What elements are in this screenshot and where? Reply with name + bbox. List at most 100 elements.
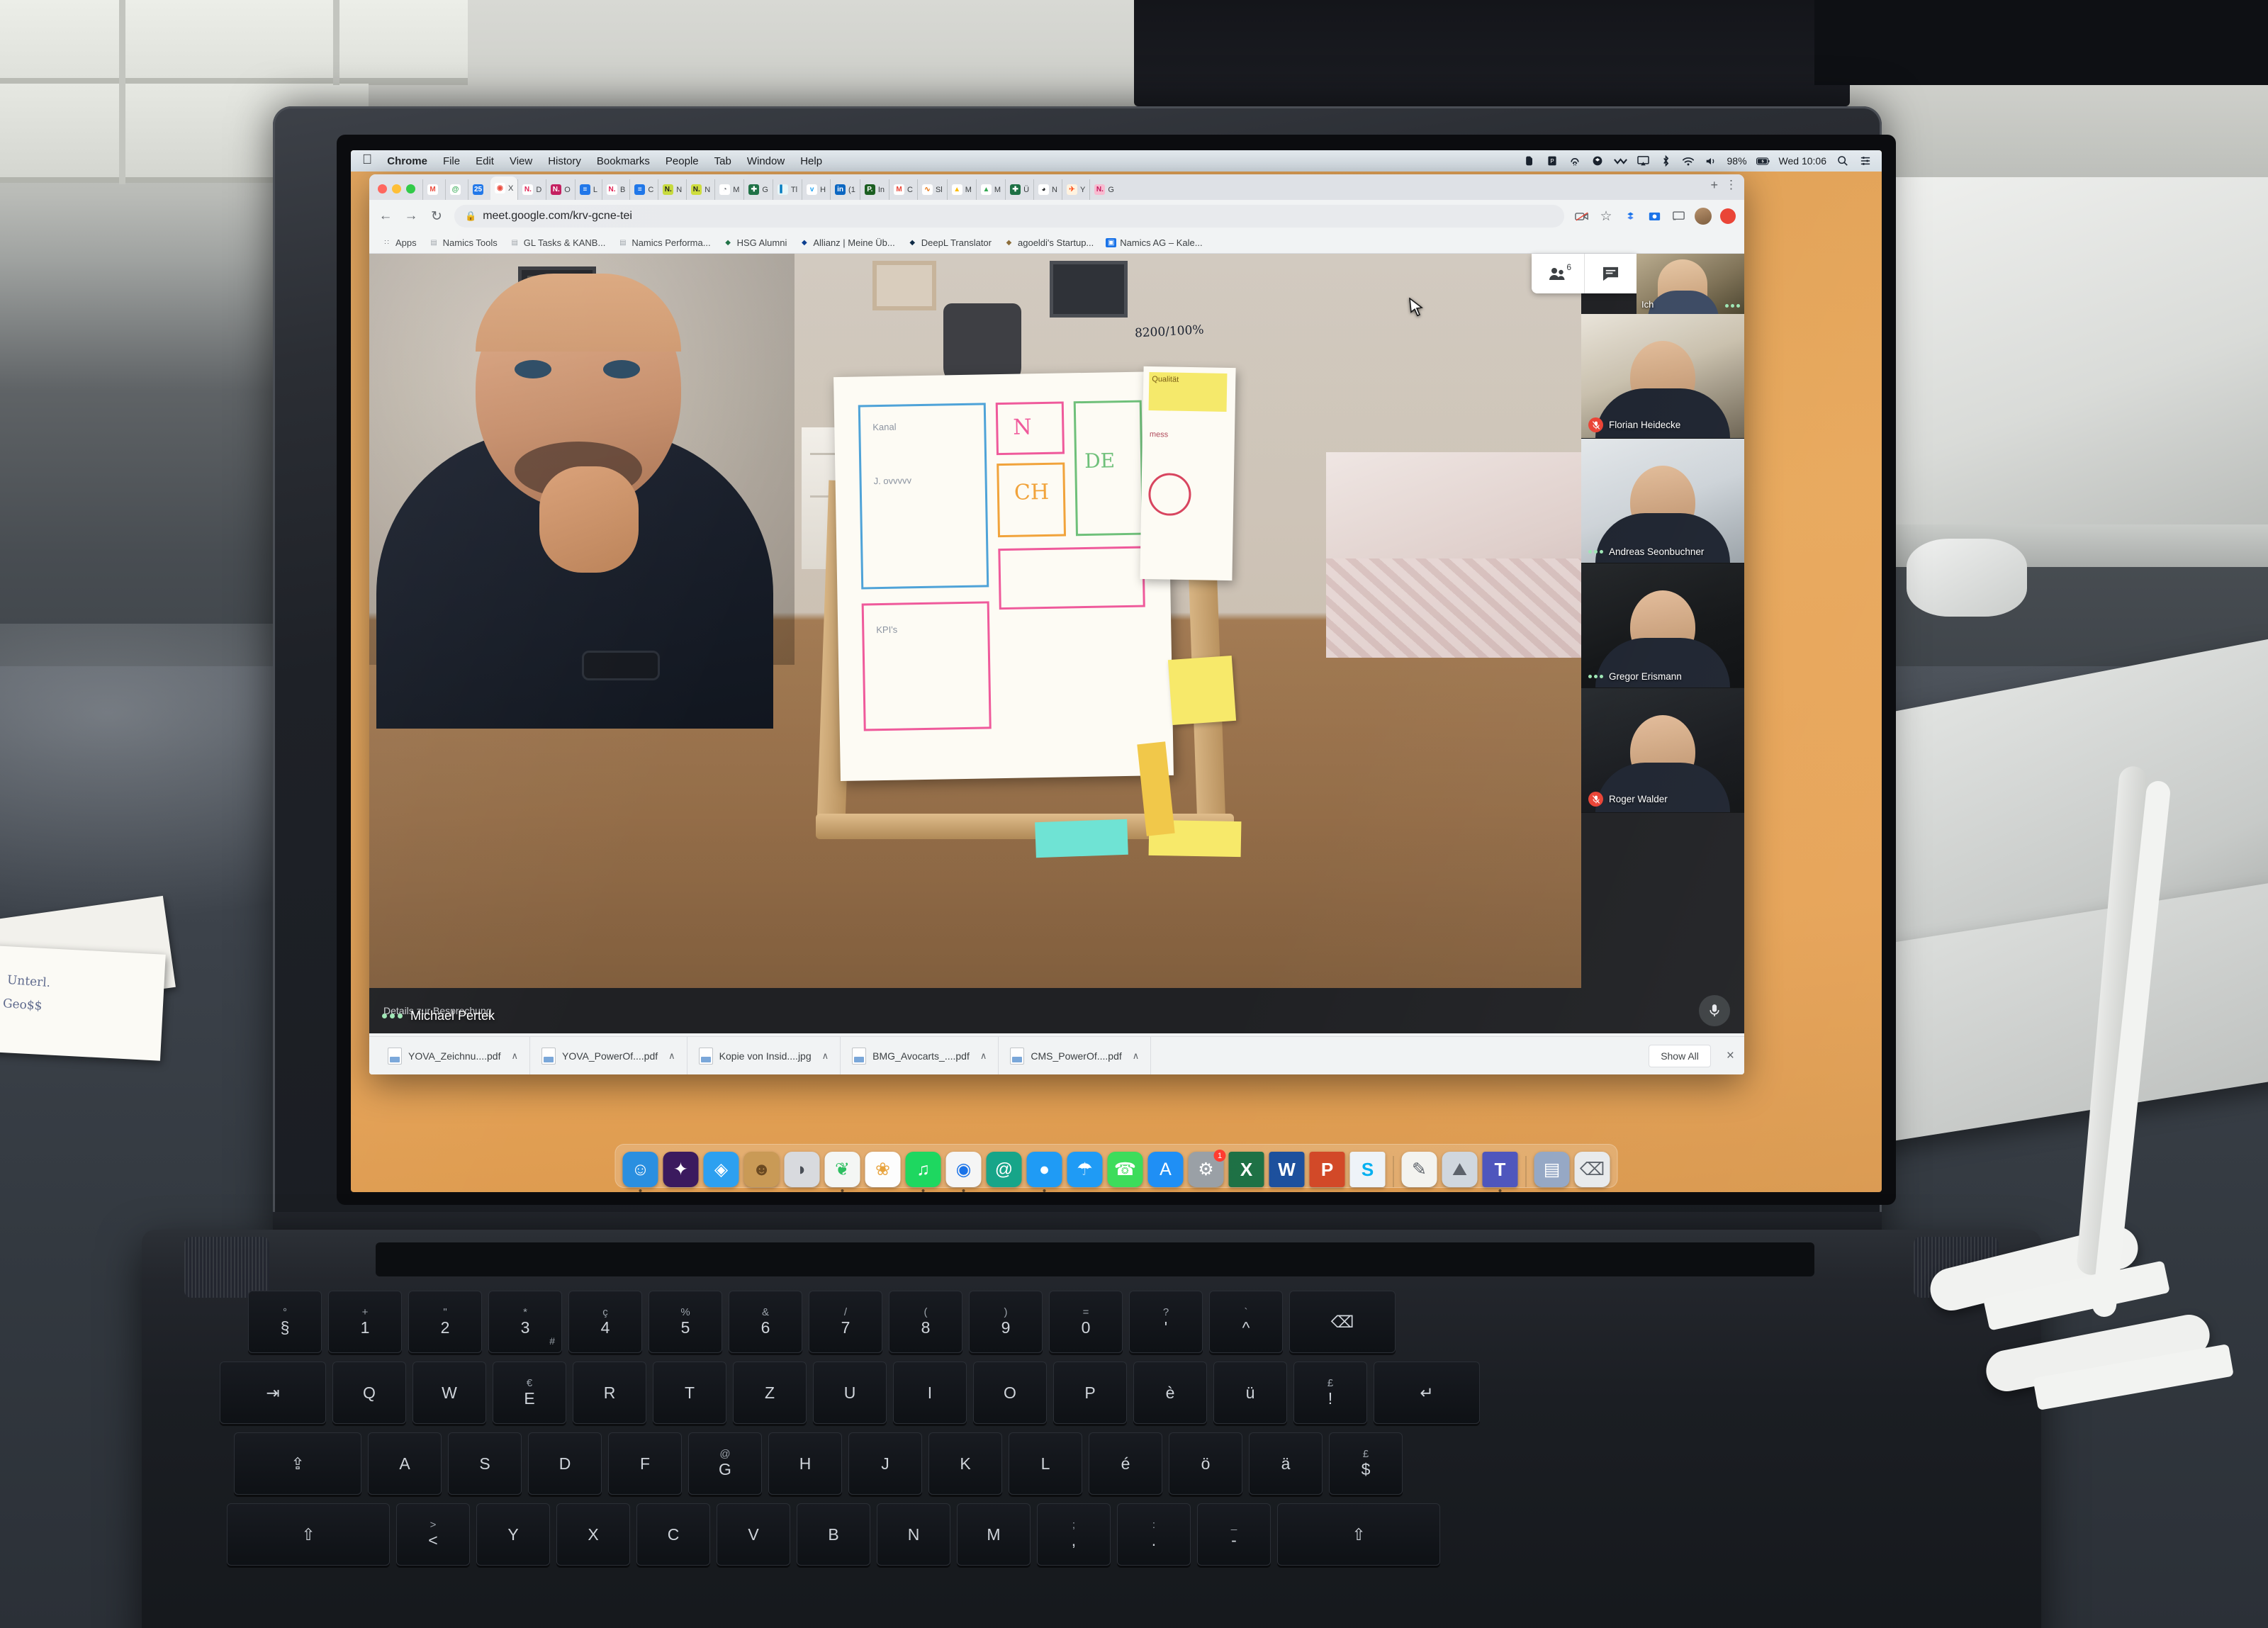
keyboard-key[interactable]: R — [573, 1362, 646, 1424]
browser-tab[interactable]: ≡ C — [629, 179, 658, 200]
keyboard-key[interactable]: £! — [1293, 1362, 1367, 1424]
keyboard-key[interactable]: ↵ — [1374, 1362, 1480, 1424]
external-mouse[interactable] — [1907, 539, 2027, 617]
trash-icon[interactable]: ⌫ — [1574, 1152, 1610, 1187]
keyboard-key[interactable]: Q — [332, 1362, 406, 1424]
safari-icon[interactable]: ◈ — [703, 1152, 739, 1187]
keyboard-key[interactable]: _ - — [1197, 1503, 1271, 1566]
bookmark-item[interactable]: ∷ Apps — [376, 236, 422, 249]
photos-icon[interactable]: ❀ — [865, 1152, 901, 1187]
menu-view[interactable]: View — [502, 155, 540, 167]
menu-tab[interactable]: Tab — [707, 155, 739, 167]
search-icon[interactable] — [1836, 155, 1849, 168]
bartender-icon[interactable]: ☂ — [1067, 1152, 1103, 1187]
main-video-stage[interactable]: N CH DE Kanal J. ovvvvv KPI's Qualität m… — [369, 254, 1581, 1033]
keyboard-key[interactable]: N — [877, 1503, 950, 1566]
people-icon[interactable]: 6 — [1532, 254, 1584, 293]
browser-tab[interactable]: MC — [889, 179, 917, 200]
keyboard-key[interactable]: ç4 — [568, 1291, 642, 1353]
keyboard-key[interactable]: J — [848, 1432, 922, 1495]
messages-icon[interactable]: ● — [1026, 1152, 1062, 1192]
chrome-toolbar[interactable]: ← → ↻ 🔒 meet.google.com/krv-gcne-tei ☆ — [369, 200, 1744, 232]
maps-icon[interactable]: @ — [986, 1152, 1022, 1187]
browser-tab[interactable]: N. N — [686, 179, 714, 200]
close-shelf-button[interactable]: × — [1727, 1048, 1734, 1064]
keyboard-key[interactable]: A — [368, 1432, 442, 1495]
keyboard-key[interactable]: ) 9 — [969, 1291, 1043, 1353]
keyboard-row-asdf[interactable]: ⇪ A S D F @ G H J K Lé ö ä £ $ — [234, 1432, 1403, 1495]
bookmark-item[interactable]: ▤ Namics Tools — [424, 236, 503, 249]
keyboard-key[interactable]: ⇧ — [227, 1503, 390, 1566]
bookmark-item[interactable]: ◆ DeepL Translator — [902, 236, 997, 249]
airplay-icon[interactable] — [1637, 155, 1650, 168]
spotify-icon[interactable]: ♫ — [905, 1152, 941, 1192]
self-view-tile[interactable]: Ich — [1637, 254, 1744, 314]
keyboard-key[interactable]: M — [957, 1503, 1031, 1566]
launchpad-icon[interactable]: ◗ — [784, 1152, 820, 1187]
browser-tab[interactable]: ✚ Ü — [1005, 179, 1033, 200]
browser-tab[interactable]: ▍ Tl — [772, 179, 802, 200]
keyboard-key[interactable]: ü — [1213, 1362, 1287, 1424]
participant-tile[interactable]: Andreas Seonbuchner — [1581, 439, 1744, 563]
keyboard-key[interactable]: O — [973, 1362, 1047, 1424]
keyboard-key[interactable]: B — [797, 1503, 870, 1566]
notes-icon[interactable]: ✎ — [1401, 1152, 1437, 1187]
keyboard-key[interactable]: W — [412, 1362, 486, 1424]
hazel-icon[interactable]: H — [1568, 155, 1582, 168]
bookmarks-bar[interactable]: ∷ Apps ▤ Namics Tools ▤ GL Tasks & KANB... ▤ Na… — [369, 232, 1744, 254]
keyboard-key[interactable]: :. — [1117, 1503, 1191, 1566]
keyboard-key[interactable]: P — [1053, 1362, 1127, 1424]
chat-icon[interactable] — [1584, 254, 1637, 293]
wifi-icon[interactable] — [1682, 155, 1695, 168]
browser-tab[interactable]: N. N — [658, 179, 686, 200]
forward-arrow-icon[interactable]: → — [403, 208, 419, 224]
powerpoint-icon[interactable]: P — [1309, 1152, 1345, 1187]
apple-icon[interactable]:  — [357, 152, 379, 170]
keyboard-key[interactable]: é — [1089, 1432, 1162, 1495]
keyboard-key[interactable]: * 3 # — [488, 1291, 562, 1353]
address-bar[interactable]: 🔒 meet.google.com/krv-gcne-tei — [454, 205, 1564, 228]
keyboard-key[interactable]: /7 — [809, 1291, 882, 1353]
participant-tiles[interactable]: Florian Heidecke Andreas Seonbuchner Grego… — [1581, 314, 1744, 813]
bookmark-item[interactable]: ◆ HSG Alumni — [718, 236, 792, 249]
siri-icon[interactable]: ✦ — [663, 1152, 699, 1187]
settings-icon[interactable]: ⚙ 1 — [1188, 1150, 1226, 1187]
keyboard-key[interactable]: £ $ — [1329, 1432, 1403, 1495]
browser-tab[interactable]: @ — [445, 179, 468, 200]
control-center-icon[interactable] — [1858, 155, 1872, 168]
contacts-icon[interactable]: ☻ — [743, 1152, 780, 1187]
mic-icon[interactable] — [1699, 995, 1730, 1026]
keyboard-row-qwertz[interactable]: ⇥ Q W € E R T Z U I O Pè ü £! ↵ — [220, 1362, 1480, 1424]
meet-control-bar[interactable]: Details zur Besprechung — [369, 988, 1744, 1033]
keyboard-key[interactable]: L — [1009, 1432, 1082, 1495]
profile-avatar[interactable] — [1695, 208, 1712, 225]
chevron-up-icon[interactable]: ∧ — [511, 1050, 518, 1062]
star-icon[interactable]: ☆ — [1598, 208, 1614, 224]
keyboard-key[interactable]: X — [556, 1503, 630, 1566]
downloads-stack-icon[interactable]: ▤ — [1534, 1152, 1570, 1187]
browser-tab[interactable]: N. O — [546, 179, 575, 200]
keyboard-key[interactable]: Z — [733, 1362, 807, 1424]
participant-tile[interactable]: Gregor Erismann — [1581, 563, 1744, 688]
dock-items[interactable]: ☺ ✦ ◈ ☻ ◗ ❦ ❀ ♫ ◉ @ ● ☂ ☎ A ⚙ 1 X W P S ✎ ⛰ T ▤ ⌫ — [622, 1150, 1610, 1192]
keyboard-key[interactable]: I — [893, 1362, 967, 1424]
keyboard-key[interactable]: & 6 — [729, 1291, 802, 1353]
keyboard-row-yxcv[interactable]: ⇧ > < Y X C V B N M;,:. _ - ⇧ — [227, 1503, 1440, 1566]
evernote-icon[interactable] — [1523, 155, 1537, 168]
chevron-up-icon[interactable]: ∧ — [1133, 1050, 1140, 1062]
menu-bookmarks[interactable]: Bookmarks — [589, 155, 658, 167]
reload-icon[interactable]: ↻ — [429, 208, 444, 224]
menu-bar-status-area[interactable]: P H 98% Wed 10:06 — [1523, 155, 1877, 168]
facetime-icon[interactable]: ☎ — [1107, 1152, 1143, 1187]
download-item[interactable]: CMS_PowerOf....pdf ∧ — [999, 1037, 1152, 1074]
keyboard-row-numbers[interactable]: ° § +1 " 2 * 3 # ç 4% 5 & 6/7(8) 9 = 0? ' ` ^ ⌫ — [248, 1291, 1396, 1353]
keyboard-key[interactable]: T — [653, 1362, 726, 1424]
bookmark-item[interactable]: ▤ GL Tasks & KANB... — [505, 236, 611, 249]
download-shelf[interactable]: YOVA_Zeichnu....pdf ∧ YOVA_PowerOf....pdf ∧… — [369, 1036, 1744, 1074]
download-item[interactable]: YOVA_PowerOf....pdf ∧ — [530, 1037, 687, 1074]
evernote-icon[interactable]: ❦ — [824, 1152, 860, 1192]
keyboard-key[interactable]: (8 — [889, 1291, 962, 1353]
keyboard-key[interactable]: ° § — [248, 1291, 322, 1353]
browser-tab[interactable]: ✚ G — [743, 179, 773, 200]
cast-ext-icon[interactable] — [1671, 208, 1686, 224]
